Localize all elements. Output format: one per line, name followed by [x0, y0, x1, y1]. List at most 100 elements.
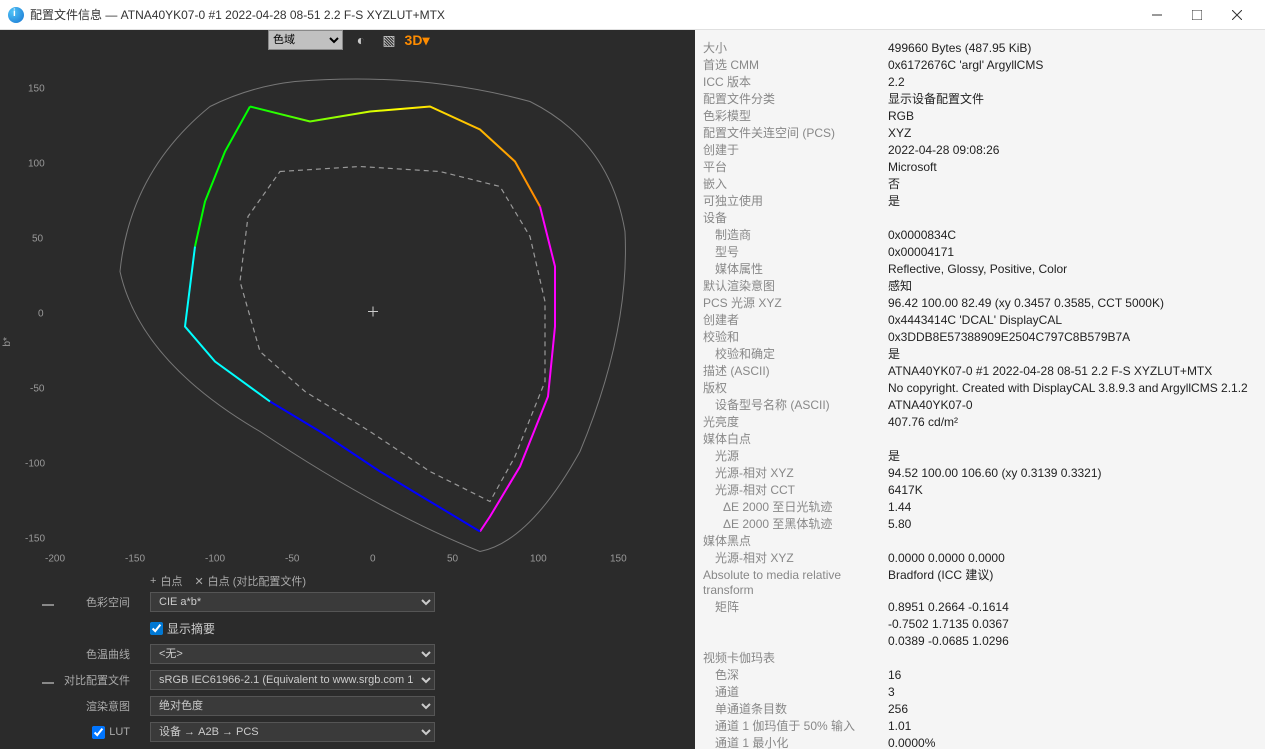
- gamut-chart[interactable]: b* -200-150-100-50050100150 -150-100-500…: [0, 50, 695, 563]
- info-row: 首选 CMM0x6172676C 'argl' ArgyllCMS: [703, 57, 1257, 74]
- info-key: 描述 (ASCII): [703, 364, 888, 379]
- info-row: 创建于2022-04-28 09:08:26: [703, 142, 1257, 159]
- info-key: 配置文件分类: [703, 92, 888, 107]
- info-key: 光亮度: [703, 415, 888, 430]
- info-value: -0.7502 1.7135 0.0367: [888, 617, 1257, 632]
- tonecurve-select[interactable]: <无>: [150, 644, 435, 664]
- gamut-panel: 色域 ◐ ▧ 3D▾ b* -200-150-100-50050100150 -…: [0, 30, 695, 749]
- info-value: 2022-04-28 09:08:26: [888, 143, 1257, 158]
- info-value: 0x4443414C 'DCAL' DisplayCAL: [888, 313, 1257, 328]
- svg-text:150: 150: [610, 554, 627, 564]
- info-key: ΔE 2000 至黑体轨迹: [703, 517, 888, 532]
- info-row: 色彩模型RGB: [703, 108, 1257, 125]
- info-key: 制造商: [703, 228, 888, 243]
- info-row: 光亮度407.76 cd/m²: [703, 414, 1257, 431]
- info-key: [703, 634, 888, 649]
- maximize-button[interactable]: [1177, 0, 1217, 30]
- info-key: 设备: [703, 211, 888, 226]
- svg-text:-100: -100: [205, 554, 225, 564]
- svg-text:-200: -200: [45, 554, 65, 564]
- info-key: PCS 光源 XYZ: [703, 296, 888, 311]
- info-value: 499660 Bytes (487.95 KiB): [888, 41, 1257, 56]
- info-row: 配置文件分类显示设备配置文件: [703, 91, 1257, 108]
- lut-checkbox[interactable]: [92, 726, 105, 739]
- profile-gamut-right: [480, 207, 555, 532]
- info-value: Microsoft: [888, 160, 1257, 175]
- info-key: 光源-相对 XYZ: [703, 466, 888, 481]
- svg-text:-150: -150: [125, 554, 145, 564]
- compare-gamut: [240, 167, 545, 502]
- info-value: 0.0000 0.0000 0.0000: [888, 551, 1257, 566]
- svg-text:0: 0: [370, 554, 376, 564]
- svg-text:150: 150: [28, 84, 45, 95]
- profile-info-panel[interactable]: 大小499660 Bytes (487.95 KiB)首选 CMM0x61726…: [695, 30, 1265, 749]
- info-key: 单通道条目数: [703, 702, 888, 717]
- minimize-button[interactable]: [1137, 0, 1177, 30]
- info-value: Bradford (ICC 建议): [888, 568, 1257, 598]
- info-row: 描述 (ASCII)ATNA40YK07-0 #1 2022-04-28 08-…: [703, 363, 1257, 380]
- svg-text:-50: -50: [285, 554, 300, 564]
- info-key: 光源-相对 CCT: [703, 483, 888, 498]
- info-key: 嵌入: [703, 177, 888, 192]
- profile-gamut-left-bottom: [185, 247, 270, 402]
- info-value: 6417K: [888, 483, 1257, 498]
- info-key: 大小: [703, 41, 888, 56]
- info-value: 1.01: [888, 719, 1257, 734]
- info-row: -0.7502 1.7135 0.0367: [703, 616, 1257, 633]
- info-value: [888, 211, 1257, 226]
- info-row: ICC 版本2.2: [703, 74, 1257, 91]
- compare-profile-label: 对比配置文件: [55, 672, 140, 688]
- info-row: 通道 1 伽玛值于 50% 输入1.01: [703, 718, 1257, 735]
- colorspace-select[interactable]: CIE a*b*: [150, 592, 435, 612]
- info-key: 平台: [703, 160, 888, 175]
- info-key: 光源-相对 XYZ: [703, 551, 888, 566]
- info-row: 通道 1 最小化0.0000%: [703, 735, 1257, 749]
- profile-gamut-bottom: [270, 402, 480, 532]
- info-key: 视频卡伽玛表: [703, 651, 888, 666]
- direction-select[interactable]: 设备 → A2B → PCS: [150, 722, 435, 742]
- help-icon[interactable]: ◐: [351, 30, 371, 50]
- info-value: 是: [888, 449, 1257, 464]
- svg-text:100: 100: [530, 554, 547, 564]
- info-key: 默认渲染意图: [703, 279, 888, 294]
- info-row: 单通道条目数256: [703, 701, 1257, 718]
- info-row: 色深16: [703, 667, 1257, 684]
- info-row: 版权No copyright. Created with DisplayCAL …: [703, 380, 1257, 397]
- info-value: No copyright. Created with DisplayCAL 3.…: [888, 381, 1257, 396]
- info-key: 通道: [703, 685, 888, 700]
- info-value: 是: [888, 347, 1257, 362]
- info-key: 校验和确定: [703, 347, 888, 362]
- info-value: 0.8951 0.2664 -0.1614: [888, 600, 1257, 615]
- info-row: 嵌入否: [703, 176, 1257, 193]
- info-row: 创建者0x4443414C 'DCAL' DisplayCAL: [703, 312, 1257, 329]
- info-key: ICC 版本: [703, 75, 888, 90]
- info-row: 矩阵0.8951 0.2664 -0.1614: [703, 599, 1257, 616]
- info-row: 设备型号名称 (ASCII)ATNA40YK07-0: [703, 397, 1257, 414]
- info-key: 色深: [703, 668, 888, 683]
- chart-type-select[interactable]: 色域: [268, 30, 343, 50]
- info-key: 通道 1 最小化: [703, 736, 888, 749]
- info-key: 型号: [703, 245, 888, 260]
- show-summary-checkbox[interactable]: 显示摘要: [150, 620, 215, 637]
- svg-text:50: 50: [32, 234, 44, 245]
- svg-text:-150: -150: [25, 534, 45, 545]
- 3d-toggle[interactable]: 3D▾: [407, 30, 427, 50]
- info-value: 407.76 cd/m²: [888, 415, 1257, 430]
- info-value: 16: [888, 668, 1257, 683]
- info-row: 校验和0x3DDB8E57388909E2504C797C8B579B7A: [703, 329, 1257, 346]
- info-row: 媒体黑点: [703, 533, 1257, 550]
- image-icon[interactable]: ▧: [379, 30, 399, 50]
- rendering-intent-select[interactable]: 绝对色度: [150, 696, 435, 716]
- y-axis-label: b*: [2, 337, 13, 347]
- info-row: 制造商0x0000834C: [703, 227, 1257, 244]
- info-key: 创建者: [703, 313, 888, 328]
- info-row: Absolute to media relative transformBrad…: [703, 567, 1257, 599]
- info-row: 配置文件关连空间 (PCS)XYZ: [703, 125, 1257, 142]
- info-value: 256: [888, 702, 1257, 717]
- info-row: 可独立使用是: [703, 193, 1257, 210]
- close-button[interactable]: [1217, 0, 1257, 30]
- info-value: [888, 651, 1257, 666]
- compare-profile-select[interactable]: sRGB IEC61966-2.1 (Equivalent to www.srg…: [150, 670, 435, 690]
- info-row: ΔE 2000 至黑体轨迹5.80: [703, 516, 1257, 533]
- svg-text:0: 0: [38, 309, 44, 320]
